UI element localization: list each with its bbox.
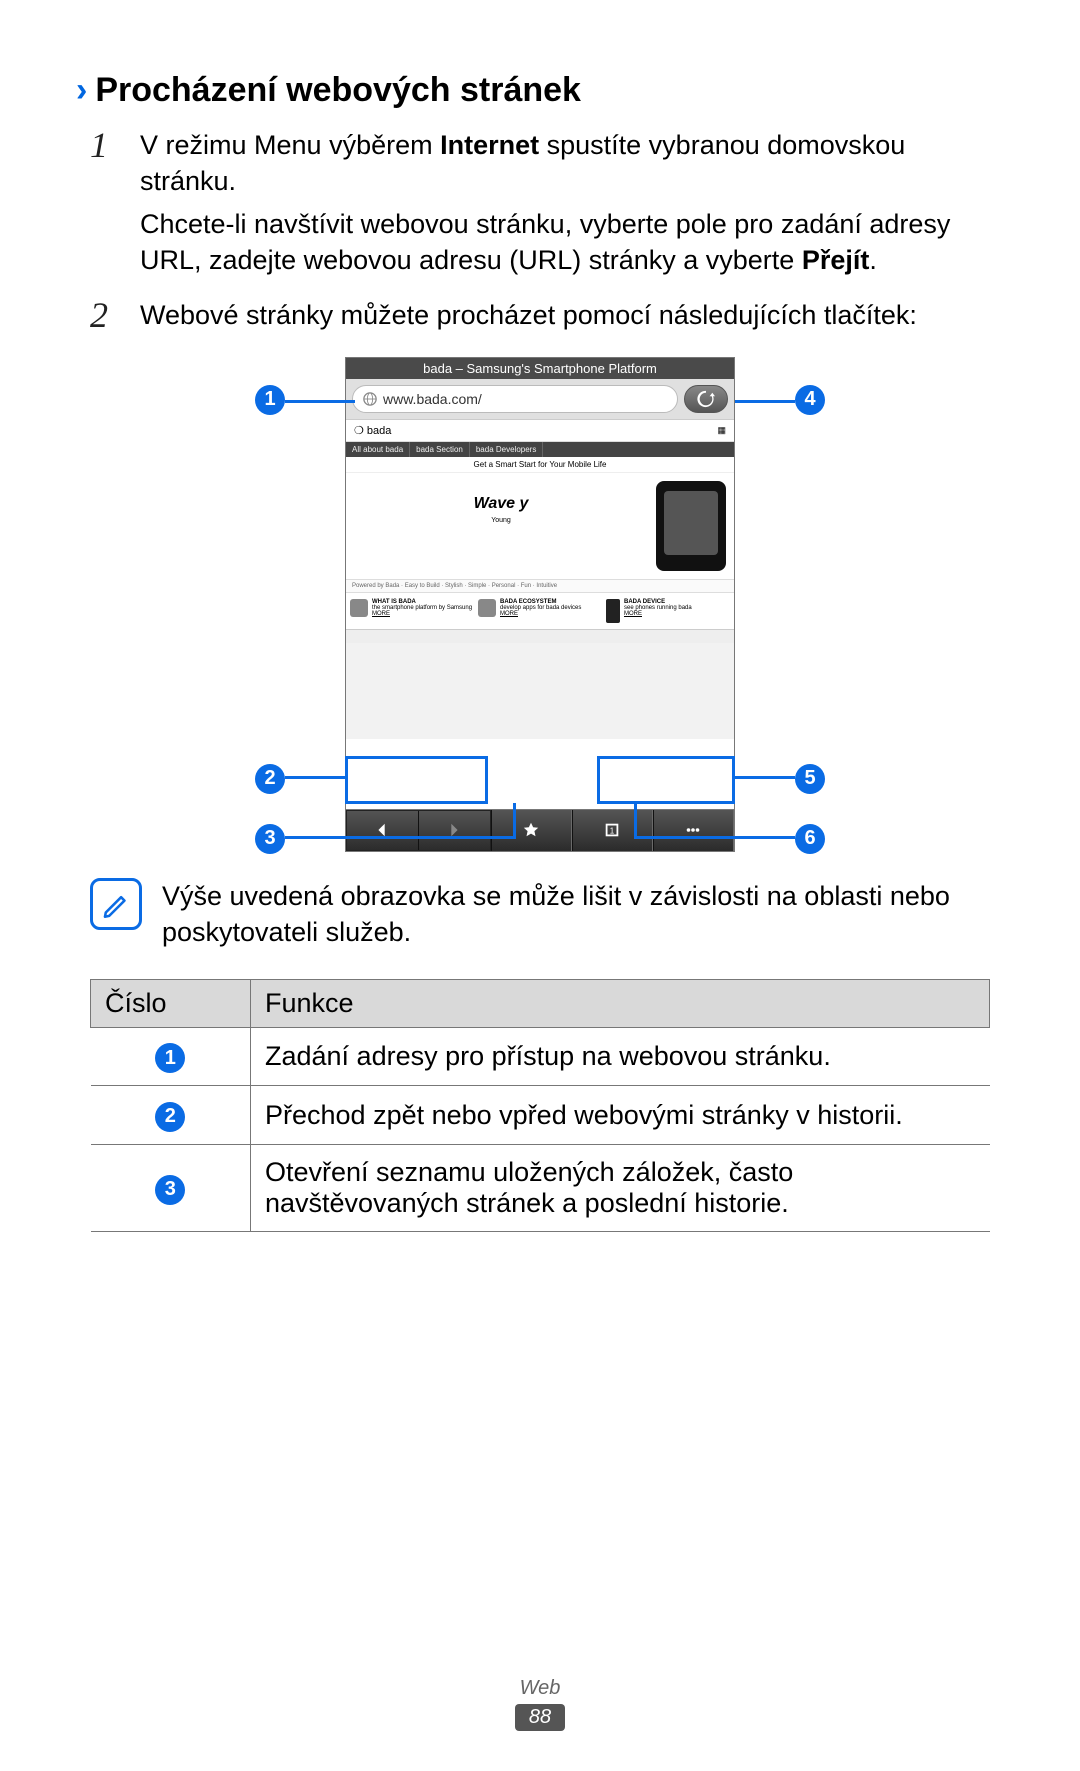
forward-button[interactable] bbox=[419, 811, 490, 850]
row-text: Otevření seznamu uložených záložek, čast… bbox=[251, 1144, 990, 1231]
page-footer: Web 88 bbox=[0, 1677, 1080, 1731]
step-number: 2 bbox=[90, 297, 140, 339]
note-icon bbox=[90, 878, 142, 930]
th-function: Funkce bbox=[251, 979, 990, 1027]
callout-lead-vert bbox=[634, 803, 637, 839]
step-body: Webové stránky můžete procházet pomocí n… bbox=[140, 297, 990, 339]
note-row: Výše uvedená obrazovka se může lišit v z… bbox=[90, 878, 990, 951]
section-heading: Procházení webových stránek bbox=[95, 70, 581, 111]
callout-lead bbox=[285, 400, 355, 403]
hero-section: Wave y Young bbox=[346, 473, 734, 579]
dev-icon: ▦ bbox=[717, 425, 726, 436]
page-title-bar: bada – Samsung's Smartphone Platform bbox=[346, 358, 734, 379]
wave-logo: Wave y bbox=[354, 495, 648, 513]
site-nav: All about badabada Sectionbada Developer… bbox=[346, 442, 734, 457]
windows-icon: 1 bbox=[603, 821, 621, 839]
site-header: ❍ bada ▦ bbox=[346, 420, 734, 442]
row-text: Přechod zpět nebo vpřed webovými stránky… bbox=[251, 1086, 990, 1145]
row-badge: 2 bbox=[155, 1102, 185, 1132]
step-text: Webové stránky můžete procházet pomocí n… bbox=[140, 297, 990, 333]
manual-page: › Procházení webových stránek 1 V režimu… bbox=[0, 0, 1080, 1771]
th-number: Číslo bbox=[91, 979, 251, 1027]
callout-2: 2 bbox=[255, 764, 285, 794]
url-text: www.bada.com/ bbox=[383, 391, 482, 407]
callout-lead bbox=[635, 836, 795, 839]
site-footer bbox=[346, 629, 734, 643]
note-text: Výše uvedená obrazovka se může lišit v z… bbox=[162, 878, 990, 951]
callout-lead bbox=[285, 836, 515, 839]
step-1: 1 V režimu Menu výběrem Internet spustít… bbox=[90, 127, 990, 285]
callout-1: 1 bbox=[255, 385, 285, 415]
table-row: 3 Otevření seznamu uložených záložek, ča… bbox=[91, 1144, 990, 1231]
table-header-row: Číslo Funkce bbox=[91, 979, 990, 1027]
row-text: Zadání adresy pro přístup na webovou str… bbox=[251, 1027, 990, 1086]
pencil-icon bbox=[99, 887, 133, 921]
row-badge: 3 bbox=[155, 1175, 185, 1205]
more-button[interactable] bbox=[653, 810, 734, 851]
chevron-icon: › bbox=[76, 73, 87, 107]
callout-6: 6 bbox=[795, 824, 825, 854]
blank-area bbox=[346, 739, 734, 809]
step-text: Chcete-li navštívit webovou stránku, vyb… bbox=[140, 206, 990, 279]
hero-phone-image bbox=[656, 481, 726, 571]
reload-icon bbox=[697, 390, 715, 408]
callout-3: 3 bbox=[255, 824, 285, 854]
star-icon bbox=[522, 821, 540, 839]
callout-lead-vert bbox=[513, 803, 516, 839]
table-row: 2 Přechod zpět nebo vpřed webovými strán… bbox=[91, 1086, 990, 1145]
reload-button[interactable] bbox=[684, 385, 728, 413]
function-table: Číslo Funkce 1 Zadání adresy pro přístup… bbox=[90, 979, 990, 1232]
section-heading-row: › Procházení webových stránek bbox=[76, 70, 990, 111]
feature-grid: WHAT IS BADAthe smartphone platform by S… bbox=[346, 592, 734, 629]
step-text: V režimu Menu výběrem Internet spustíte … bbox=[140, 127, 990, 200]
table-row: 1 Zadání adresy pro přístup na webovou s… bbox=[91, 1027, 990, 1086]
step-number: 1 bbox=[90, 127, 140, 285]
bookmarks-button[interactable] bbox=[491, 810, 572, 851]
callout-lead bbox=[735, 776, 795, 779]
callout-lead bbox=[285, 776, 345, 779]
callout-4: 4 bbox=[795, 385, 825, 415]
hero-tagline: Get a Smart Start for Your Mobile Life bbox=[346, 457, 734, 473]
webpage-content[interactable]: ❍ bada ▦ All about badabada Sectionbada … bbox=[346, 419, 734, 739]
phone-mockup: bada – Samsung's Smartphone Platform www… bbox=[345, 357, 735, 852]
step-body: V režimu Menu výběrem Internet spustíte … bbox=[140, 127, 990, 285]
url-bar-row: www.bada.com/ bbox=[346, 379, 734, 419]
step-2: 2 Webové stránky můžete procházet pomocí… bbox=[90, 297, 990, 339]
browser-figure: bada – Samsung's Smartphone Platform www… bbox=[255, 357, 825, 852]
footer-section: Web bbox=[0, 1677, 1080, 1700]
windows-button[interactable]: 1 bbox=[572, 810, 653, 851]
url-input[interactable]: www.bada.com/ bbox=[352, 385, 678, 413]
back-button[interactable] bbox=[347, 811, 419, 850]
nav-group bbox=[346, 810, 491, 851]
globe-icon bbox=[363, 392, 377, 406]
svg-text:1: 1 bbox=[610, 827, 615, 836]
callout-lead bbox=[735, 400, 795, 403]
browser-toolbar: 1 bbox=[346, 809, 734, 851]
row-badge: 1 bbox=[155, 1043, 185, 1073]
callout-5: 5 bbox=[795, 764, 825, 794]
footer-page-number: 88 bbox=[515, 1704, 565, 1731]
